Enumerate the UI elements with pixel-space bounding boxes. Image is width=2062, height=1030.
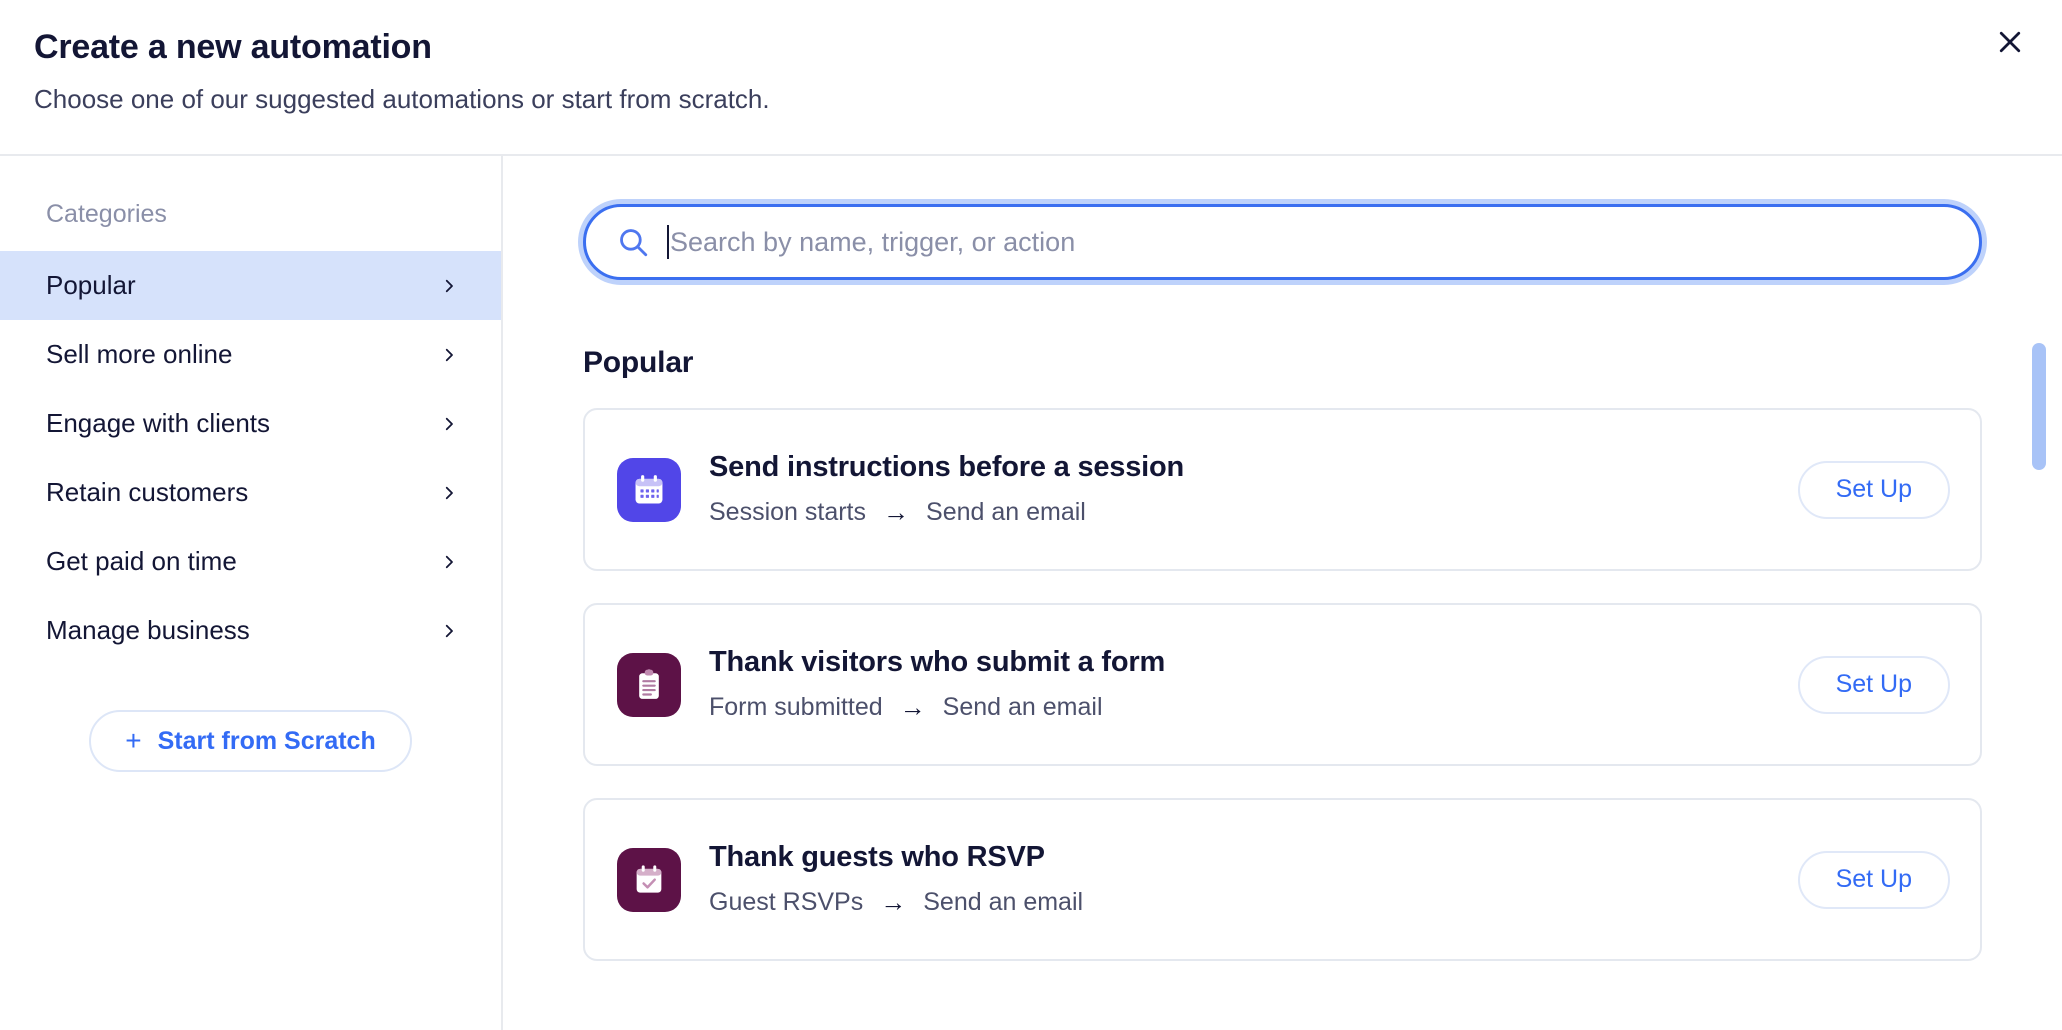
sidebar-heading: Categories <box>46 200 167 228</box>
sidebar-item-label: Sell more online <box>46 339 233 369</box>
set-up-button[interactable]: Set Up <box>1797 850 1950 909</box>
sidebar-item-label: Manage business <box>46 615 250 645</box>
search-input[interactable] <box>669 207 1979 277</box>
card-flow: Guest RSVPs → Send an email <box>709 886 1798 920</box>
calendar-check-icon <box>617 847 681 912</box>
arrow-right-icon: → <box>899 691 926 722</box>
page-subtitle: Choose one of our suggested automations … <box>34 83 770 114</box>
clipboard-icon <box>617 652 681 717</box>
card-text: Thank guests who RSVP Guest RSVPs → Send… <box>709 839 1798 919</box>
close-icon <box>1995 27 2025 57</box>
card-title: Thank guests who RSVP <box>709 841 1045 874</box>
card-title: Thank visitors who submit a form <box>709 646 1166 679</box>
sidebar-item-label: Engage with clients <box>46 408 271 438</box>
chevron-right-icon <box>437 343 461 367</box>
sidebar-item-label: Popular <box>46 270 136 300</box>
sidebar-item-sell-more-online[interactable]: Sell more online <box>0 320 501 389</box>
automation-card[interactable]: Thank guests who RSVP Guest RSVPs → Send… <box>583 798 1982 961</box>
sidebar-item-popular[interactable]: Popular <box>0 251 501 320</box>
page-title: Create a new automation <box>34 28 432 66</box>
sidebar-item-manage-business[interactable]: Manage business <box>0 596 501 665</box>
automation-card-list: Send instructions before a session Sessi… <box>583 408 1982 961</box>
card-flow: Form submitted → Send an email <box>709 691 1798 725</box>
automations-panel: Popular <box>503 156 2062 1030</box>
chevron-right-icon <box>437 481 461 505</box>
automation-card[interactable]: Thank visitors who submit a form Form su… <box>583 603 1982 766</box>
card-text: Send instructions before a session Sessi… <box>709 449 1798 529</box>
plus-icon: + <box>125 725 142 756</box>
modal-header: Create a new automation Choose one of ou… <box>0 0 2062 156</box>
start-from-scratch-label: Start from Scratch <box>157 726 376 755</box>
close-button[interactable] <box>1982 14 2038 70</box>
chevron-right-icon <box>437 550 461 574</box>
category-list: Popular Sell more online Engage with cli… <box>0 251 501 665</box>
chevron-right-icon <box>437 619 461 643</box>
card-action: Send an email <box>923 888 1084 917</box>
sidebar-item-label: Retain customers <box>46 477 249 507</box>
card-title: Send instructions before a session <box>709 451 1185 484</box>
card-action: Send an email <box>942 693 1103 722</box>
calendar-icon <box>617 457 681 522</box>
card-trigger: Session starts <box>709 498 867 527</box>
card-text: Thank visitors who submit a form Form su… <box>709 644 1798 724</box>
arrow-right-icon: → <box>880 886 907 917</box>
section-title: Popular <box>583 346 694 379</box>
card-flow: Session starts → Send an email <box>709 496 1798 530</box>
modal-body: Categories Popular Sell more online Enga… <box>0 156 2062 1030</box>
card-action: Send an email <box>926 498 1086 527</box>
arrow-right-icon: → <box>883 496 910 527</box>
card-trigger: Form submitted <box>709 693 883 722</box>
create-automation-modal: Create a new automation Choose one of ou… <box>0 0 2062 1030</box>
automation-card[interactable]: Send instructions before a session Sessi… <box>583 408 1982 571</box>
search-icon <box>616 225 650 259</box>
scrollbar-track[interactable] <box>2032 156 2046 1030</box>
categories-sidebar: Categories Popular Sell more online Enga… <box>0 156 503 1030</box>
set-up-button[interactable]: Set Up <box>1797 460 1950 519</box>
scrollbar-thumb[interactable] <box>2032 343 2046 470</box>
sidebar-item-label: Get paid on time <box>46 546 237 576</box>
sidebar-item-retain-customers[interactable]: Retain customers <box>0 458 501 527</box>
scratch-button-wrap: + Start from Scratch <box>0 710 501 772</box>
set-up-button[interactable]: Set Up <box>1797 655 1950 714</box>
start-from-scratch-button[interactable]: + Start from Scratch <box>89 710 412 772</box>
card-trigger: Guest RSVPs <box>709 888 864 917</box>
sidebar-item-engage-with-clients[interactable]: Engage with clients <box>0 389 501 458</box>
chevron-right-icon <box>437 274 461 298</box>
sidebar-item-get-paid-on-time[interactable]: Get paid on time <box>0 527 501 596</box>
chevron-right-icon <box>437 412 461 436</box>
search-field[interactable] <box>583 204 1982 280</box>
